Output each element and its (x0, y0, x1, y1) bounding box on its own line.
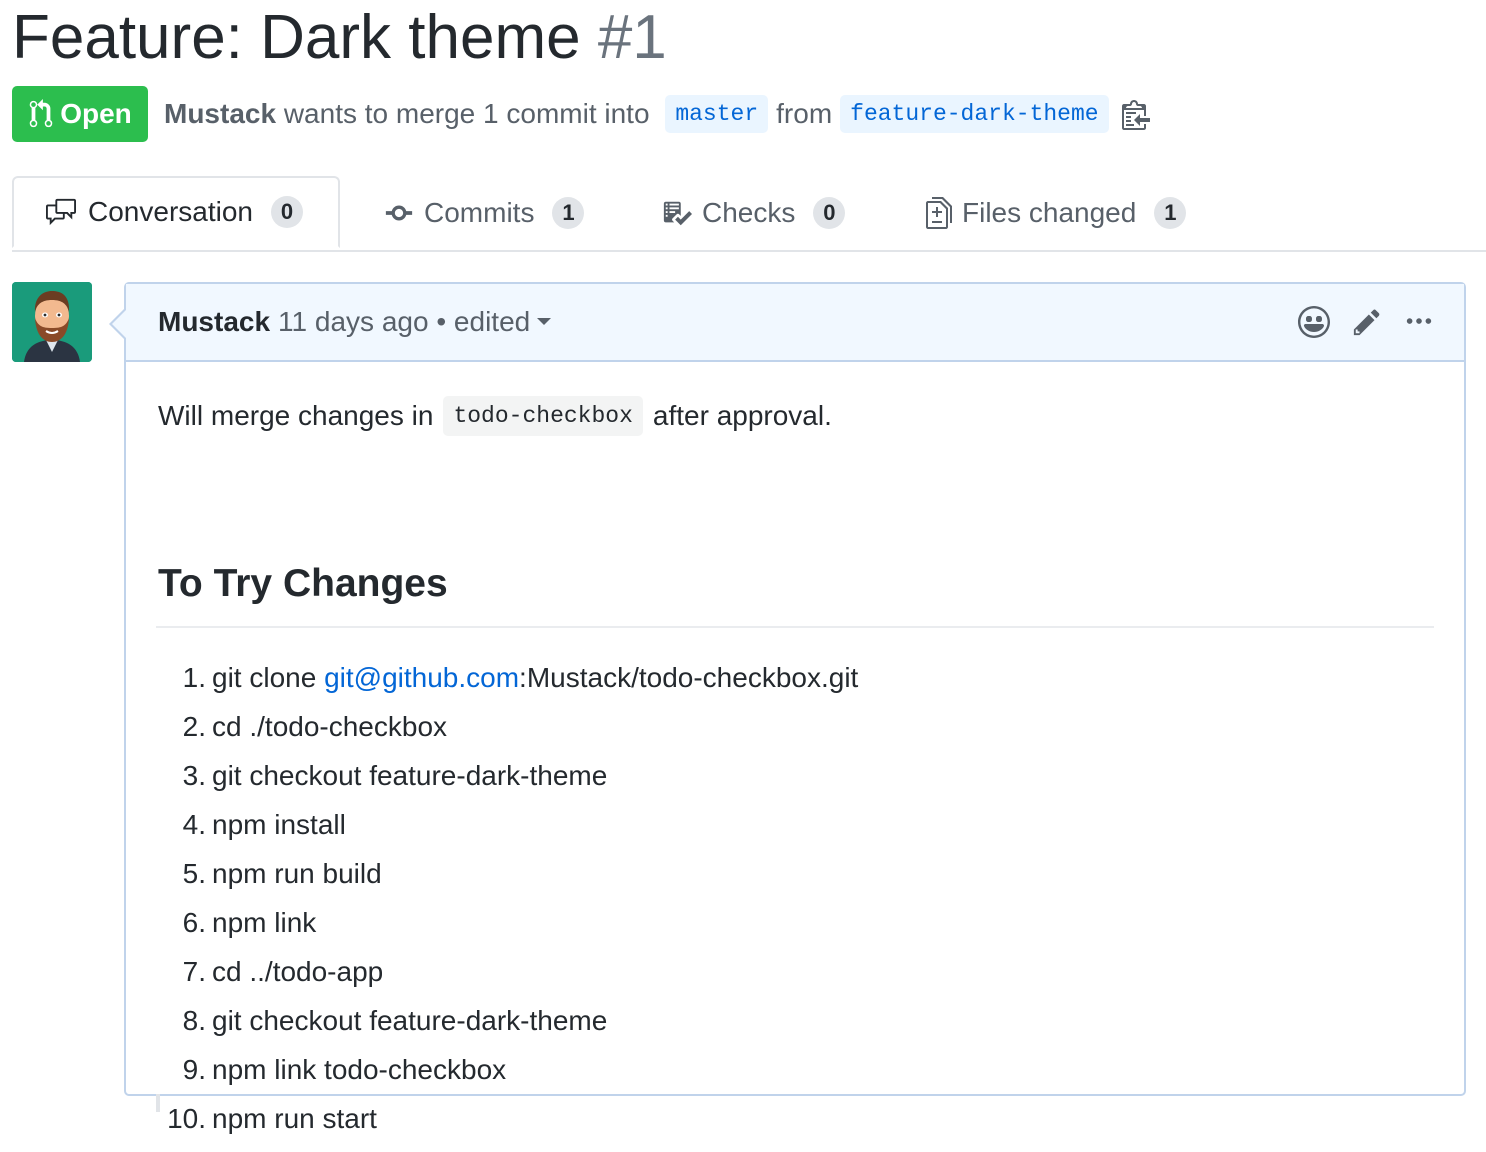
list-number: 6. (182, 907, 206, 938)
tab-label: Checks (702, 197, 796, 228)
list-text: cd ../todo-app (212, 956, 384, 987)
pr-author-link[interactable]: Mustack (164, 98, 276, 130)
section-heading: To Try Changes (158, 562, 448, 605)
tab-conversation[interactable]: Conversation 0 (12, 176, 340, 248)
checklist-icon (662, 198, 702, 228)
from-text: from (776, 98, 833, 129)
list-text: npm link (212, 907, 317, 938)
head-branch[interactable]: feature-dark-theme (840, 95, 1109, 133)
pr-title: Feature: Dark theme #1 (12, 4, 667, 72)
email-link[interactable]: git@github.com (324, 662, 519, 693)
tab-label: Files changed (962, 197, 1137, 228)
list-text: cd ./todo-checkbox (212, 711, 448, 742)
copy-branch-icon[interactable] (1121, 98, 1151, 130)
git-pull-request-icon (28, 99, 54, 129)
list-text: npm run build (212, 858, 382, 889)
list-text: git checkout feature-dark-theme (212, 1005, 608, 1036)
list-text-prefix: git clone (212, 662, 325, 693)
list-text-suffix: :Mustack/todo-checkbox.git (519, 662, 859, 693)
list-number: 10. (167, 1103, 206, 1134)
list-text: git clone git@github.com:Mustack/todo-ch… (212, 662, 858, 694)
heading-divider (156, 626, 1434, 628)
kebab-horizontal-icon[interactable] (1404, 307, 1434, 337)
list-number: 3. (182, 760, 206, 791)
list-text: npm install (212, 809, 346, 840)
pencil-icon[interactable] (1352, 307, 1382, 337)
list-text: npm link todo-checkbox (212, 1054, 507, 1085)
list-number: 5. (182, 858, 206, 889)
pr-tabs: Conversation 0 Commits 1 Checks 0 Files … (12, 176, 1486, 252)
comment-header: Mustack 11 days ago • edited (126, 284, 1464, 362)
pr-title-text: Feature: Dark theme (12, 3, 581, 72)
merge-description: Mustack wants to merge 1 commit into mas… (164, 95, 1151, 133)
tab-counter: 1 (1154, 197, 1187, 229)
base-branch[interactable]: master (665, 95, 769, 133)
git-commit-icon (384, 198, 424, 228)
tab-label: Conversation (88, 196, 253, 227)
timeline-line (156, 1094, 160, 1112)
edited-dropdown[interactable]: edited (454, 306, 552, 338)
list-number: 1. (182, 662, 206, 693)
tab-counter: 0 (270, 196, 303, 228)
tab-counter: 0 (813, 197, 846, 229)
list-text: npm run start (212, 1103, 377, 1134)
comment-actions (1298, 306, 1434, 338)
list-text: git checkout feature-dark-theme (212, 760, 608, 791)
comment-paragraph: Will merge changes in todo-checkbox afte… (158, 396, 832, 436)
avatar[interactable] (12, 282, 92, 362)
comment-timestamp[interactable]: 11 days ago (278, 306, 429, 338)
tab-counter: 1 (552, 197, 585, 229)
paragraph-text-before: Will merge changes in (158, 400, 434, 431)
list-number: 2. (182, 711, 206, 742)
list-number: 9. (182, 1054, 206, 1085)
state-label: Open (60, 98, 132, 129)
paragraph-text-after: after approval. (652, 400, 832, 431)
separator-dot: • (436, 306, 447, 337)
list-number: 8. (182, 1005, 206, 1036)
comment-box: Mustack 11 days ago • edited Will merge … (124, 282, 1466, 1134)
list-number: 4. (182, 809, 206, 840)
state-badge-open: Open (12, 86, 148, 142)
comment-discussion-icon (44, 197, 88, 227)
pr-meta: Open Mustack wants to merge 1 commit int… (12, 86, 1151, 142)
merge-text: wants to merge 1 commit into (283, 98, 650, 129)
comment-pointer-fill (112, 310, 126, 338)
diff-icon (926, 197, 962, 229)
comment-author[interactable]: Mustack (158, 306, 270, 338)
tab-label: Commits (424, 197, 535, 228)
tab-files-changed[interactable]: Files changed 1 (926, 176, 1187, 250)
pr-number: #1 (597, 3, 667, 72)
edited-label: edited (453, 306, 531, 337)
inline-code: todo-checkbox (443, 396, 643, 436)
tab-checks[interactable]: Checks 0 (662, 176, 846, 250)
smiley-icon[interactable] (1298, 306, 1330, 338)
list-number: 7. (182, 956, 206, 987)
tab-commits[interactable]: Commits 1 (384, 176, 585, 250)
triangle-down-icon (536, 317, 552, 327)
